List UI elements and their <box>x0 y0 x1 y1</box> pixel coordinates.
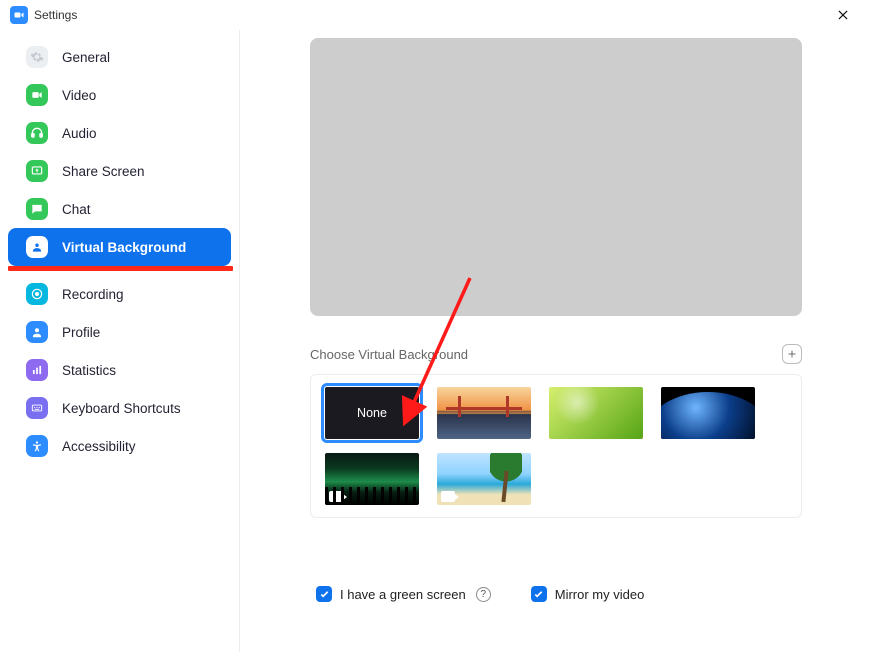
video-icon <box>26 84 48 106</box>
sidebar-item-label: Video <box>62 88 96 103</box>
video-badge-icon <box>329 491 343 502</box>
record-icon <box>26 283 48 305</box>
sidebar-item-profile[interactable]: Profile <box>8 313 231 351</box>
background-option-none[interactable]: None <box>325 387 419 439</box>
close-button[interactable] <box>823 0 863 30</box>
background-grid: None <box>310 374 802 518</box>
video-badge-icon <box>441 491 455 502</box>
checkbox-checked-icon <box>531 586 547 602</box>
green-screen-label: I have a green screen <box>340 587 466 602</box>
chat-icon <box>26 198 48 220</box>
sidebar-item-chat[interactable]: Chat <box>8 190 231 228</box>
sidebar-item-keyboard-shortcuts[interactable]: Keyboard Shortcuts <box>8 389 231 427</box>
sidebar-item-label: Share Screen <box>62 164 145 179</box>
sidebar-item-label: Accessibility <box>62 439 136 454</box>
settings-sidebar: General Video Audio Share Screen Chat Vi… <box>0 30 240 652</box>
sidebar-item-video[interactable]: Video <box>8 76 231 114</box>
sidebar-item-accessibility[interactable]: Accessibility <box>8 427 231 465</box>
checkbox-checked-icon <box>316 586 332 602</box>
sidebar-item-audio[interactable]: Audio <box>8 114 231 152</box>
sidebar-item-general[interactable]: General <box>8 38 231 76</box>
content-area: Choose Virtual Background None I have a … <box>240 30 873 652</box>
sidebar-item-label: Recording <box>62 287 124 302</box>
background-option-grass[interactable] <box>549 387 643 439</box>
sidebar-item-share-screen[interactable]: Share Screen <box>8 152 231 190</box>
sidebar-item-label: Profile <box>62 325 100 340</box>
sidebar-item-label: Keyboard Shortcuts <box>62 401 181 416</box>
mirror-video-checkbox[interactable]: Mirror my video <box>531 586 645 602</box>
headphones-icon <box>26 122 48 144</box>
background-option-beach[interactable] <box>437 453 531 505</box>
background-option-earth[interactable] <box>661 387 755 439</box>
video-preview <box>310 38 802 316</box>
sidebar-item-label: General <box>62 50 110 65</box>
person-background-icon <box>26 236 48 258</box>
sidebar-item-recording[interactable]: Recording <box>8 275 231 313</box>
app-icon <box>10 6 28 24</box>
sidebar-item-label: Audio <box>62 126 97 141</box>
sidebar-item-label: Virtual Background <box>62 240 186 255</box>
sidebar-item-statistics[interactable]: Statistics <box>8 351 231 389</box>
mirror-video-label: Mirror my video <box>555 587 645 602</box>
sidebar-item-label: Statistics <box>62 363 116 378</box>
sidebar-item-virtual-background[interactable]: Virtual Background <box>8 228 231 266</box>
gear-icon <box>26 46 48 68</box>
add-background-button[interactable] <box>782 344 802 364</box>
share-screen-icon <box>26 160 48 182</box>
green-screen-checkbox[interactable]: I have a green screen ? <box>316 586 491 602</box>
background-option-golden-gate[interactable] <box>437 387 531 439</box>
statistics-icon <box>26 359 48 381</box>
title-bar: Settings <box>0 0 873 30</box>
help-icon[interactable]: ? <box>476 587 491 602</box>
window-title: Settings <box>34 8 77 22</box>
annotation-underline <box>8 266 233 271</box>
section-title: Choose Virtual Background <box>310 347 468 362</box>
profile-icon <box>26 321 48 343</box>
accessibility-icon <box>26 435 48 457</box>
keyboard-icon <box>26 397 48 419</box>
background-option-aurora[interactable] <box>325 453 419 505</box>
background-none-label: None <box>357 406 387 420</box>
sidebar-item-label: Chat <box>62 202 91 217</box>
